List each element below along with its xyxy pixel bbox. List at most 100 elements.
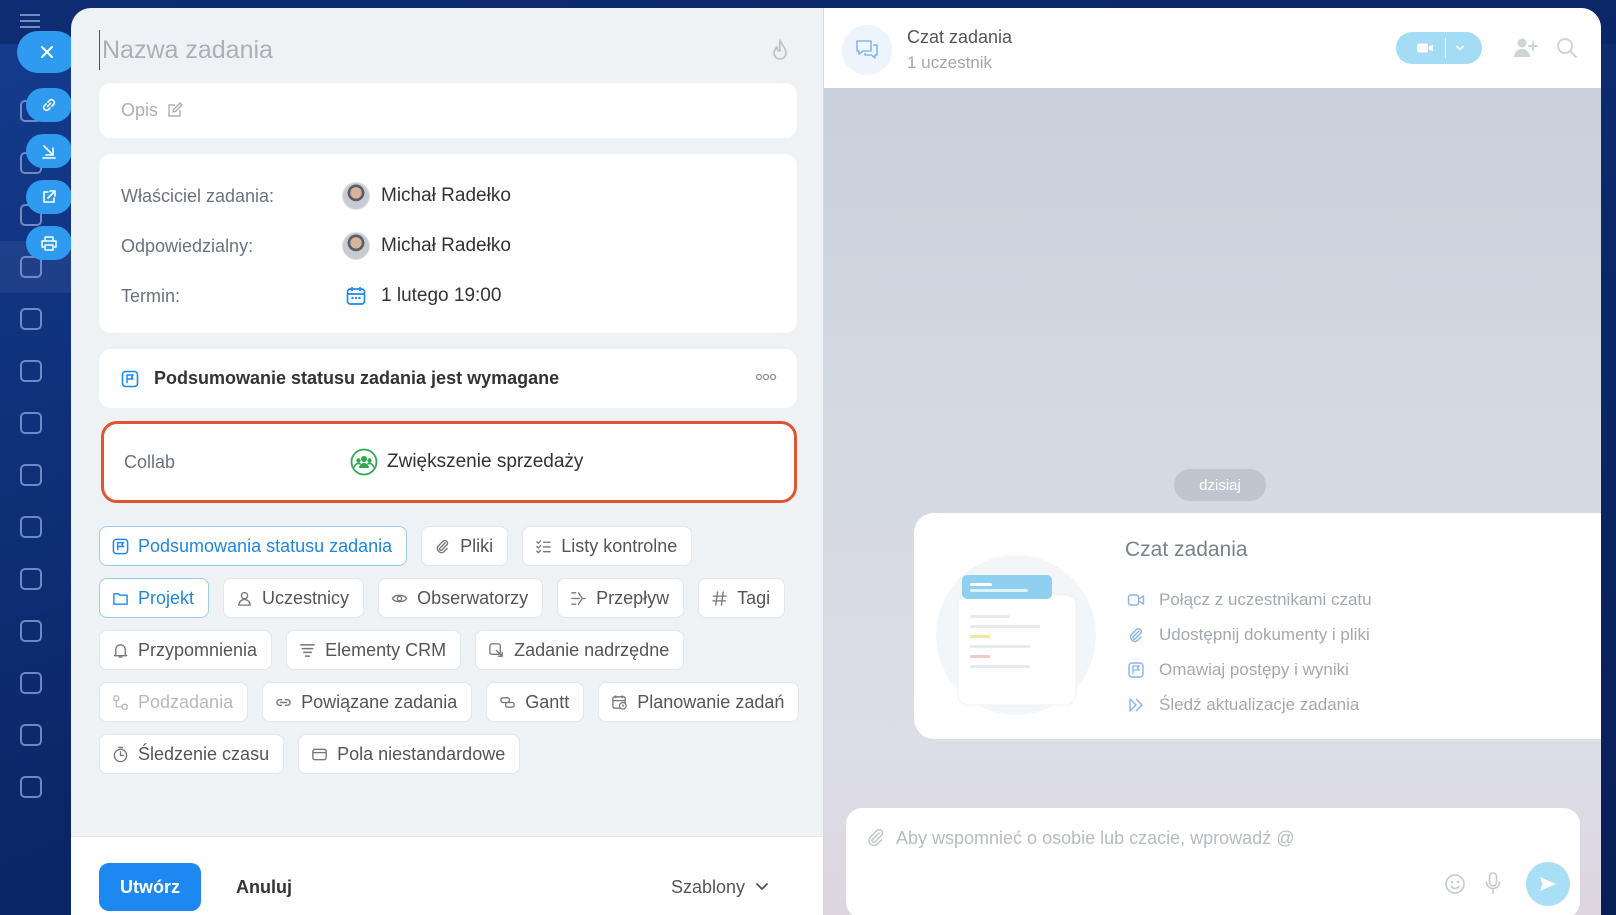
collab-card[interactable]: Collab Zwiększenie sprzedaży [101, 421, 797, 503]
cancel-button[interactable]: Anuluj [226, 863, 302, 911]
emoji-icon[interactable] [1444, 873, 1466, 895]
status-summary-card[interactable]: Podsumowanie statusu zadania jest wymaga… [99, 349, 797, 408]
chat-bubbles-icon [856, 40, 878, 59]
chevron-down-icon [1455, 45, 1465, 51]
list-item: Udostępnij dokumenty i pliki [1127, 617, 1372, 652]
chip-subtasks[interactable]: Podzadania [99, 682, 249, 722]
owner-label: Właściciel zadania: [121, 185, 275, 206]
welcome-item-text: Śledź aktualizacje zadania [1159, 694, 1360, 714]
create-button[interactable]: Utwórz [99, 863, 201, 911]
chip-label: Uczestnicy [262, 587, 350, 608]
more-icon[interactable] [755, 373, 777, 381]
welcome-feature-list: Połącz z uczestnikami czatu Udostępnij d… [1127, 582, 1372, 722]
video-call-button[interactable] [1396, 32, 1482, 64]
owner-value[interactable]: Michał Radełko [342, 182, 511, 210]
responsible-value[interactable]: Michał Radełko [342, 232, 511, 260]
list-item: Połącz z uczestnikami czatu [1127, 582, 1372, 617]
chip-crm-elements[interactable]: Elementy CRM [286, 630, 462, 670]
video-camera-icon [1417, 43, 1433, 53]
print-button[interactable] [26, 226, 72, 260]
date-divider: dzisiaj [1174, 469, 1266, 501]
send-button[interactable] [1526, 862, 1570, 906]
send-icon [1540, 877, 1556, 891]
message-input[interactable] [896, 822, 1536, 854]
task-fields-chips: Podsumowania statusu zadania Pliki Listy… [99, 526, 800, 786]
background-menu-item [0, 657, 72, 709]
chip-task-planning[interactable]: Planowanie zadań [598, 682, 800, 722]
chat-message-area [824, 88, 1601, 915]
responsible-name: Michał Radełko [381, 235, 511, 256]
chip-label: Elementy CRM [325, 639, 447, 660]
parent-task-icon [489, 642, 503, 657]
chip-label: Projekt [138, 587, 195, 608]
copy-link-button[interactable] [26, 88, 72, 122]
deadline-value[interactable]: 1 lutego 19:00 [342, 285, 501, 307]
background-menu-item [0, 605, 72, 657]
background-menu-item [0, 761, 72, 813]
open-new-window-button[interactable] [26, 180, 72, 214]
templates-dropdown[interactable]: Szablony [671, 863, 769, 911]
chip-checklists[interactable]: Listy kontrolne [522, 526, 693, 566]
chip-label: Powiązane zadania [301, 691, 458, 712]
chip-label: Planowanie zadań [637, 691, 785, 712]
flag-icon [121, 370, 139, 387]
chat-welcome-card: Czat zadania Połącz z uczestnikami czatu… [914, 513, 1601, 739]
paperclip-icon[interactable] [866, 828, 886, 848]
search-icon[interactable] [1556, 37, 1578, 59]
link-icon [276, 698, 291, 706]
welcome-item-text: Omawiaj postępy i wyniki [1159, 659, 1349, 679]
custom-fields-icon [312, 748, 327, 760]
owner-row: Właściciel zadania: Michał Radełko [99, 171, 797, 221]
collab-name: Zwiększenie sprzedaży [387, 451, 584, 472]
chip-label: Listy kontrolne [561, 535, 678, 556]
chip-tags[interactable]: Tagi [698, 578, 786, 618]
background-menu-item [0, 553, 72, 605]
avatar [342, 232, 370, 260]
task-chat-panel: Czat zadania 1 uczestnik dzisiaj Czat za… [823, 8, 1601, 915]
welcome-item-text: Udostępnij dokumenty i pliki [1159, 624, 1370, 644]
chip-label: Pliki [460, 535, 494, 556]
printer-icon [41, 236, 57, 251]
flame-icon[interactable] [769, 38, 791, 62]
chip-label: Podzadania [138, 691, 234, 712]
add-user-icon[interactable] [1512, 36, 1538, 60]
list-item: Omawiaj postępy i wyniki [1127, 652, 1372, 687]
chip-observers[interactable]: Obserwatorzy [378, 578, 544, 618]
chip-label: Zadanie nadrzędne [514, 639, 670, 660]
flag-icon [112, 538, 129, 554]
bell-icon [113, 643, 128, 658]
chip-custom-fields[interactable]: Pola niestandardowe [298, 734, 521, 774]
task-meta-card: Właściciel zadania: Michał Radełko Odpow… [99, 154, 797, 333]
double-chevron-right-icon [1129, 697, 1143, 712]
chip-label: Przepływ [596, 587, 670, 608]
chip-participants[interactable]: Uczestnicy [223, 578, 365, 618]
microphone-icon[interactable] [1484, 871, 1502, 895]
stopwatch-icon [113, 746, 128, 762]
close-icon [41, 46, 53, 58]
chip-status-summaries[interactable]: Podsumowania statusu zadania [99, 526, 408, 566]
chip-project[interactable]: Projekt [99, 578, 210, 618]
chip-gantt[interactable]: Gantt [486, 682, 585, 722]
download-button[interactable] [26, 134, 72, 168]
description-field[interactable]: Opis [99, 83, 797, 138]
chip-flow[interactable]: Przepływ [557, 578, 685, 618]
task-footer: Utwórz Anuluj Szablony [71, 836, 823, 915]
chat-participants-count[interactable]: 1 uczestnik [907, 53, 992, 73]
calendar-clock-icon [612, 694, 627, 710]
chip-time-tracking[interactable]: Śledzenie czasu [99, 734, 285, 774]
chip-parent-task[interactable]: Zadanie nadrzędne [475, 630, 685, 670]
task-title-input[interactable] [99, 30, 759, 70]
status-summary-text: Podsumowanie statusu zadania jest wymaga… [154, 368, 560, 388]
eye-icon [391, 594, 408, 602]
user-icon [238, 591, 251, 606]
chip-related-tasks[interactable]: Powiązane zadania [262, 682, 473, 722]
chip-label: Podsumowania statusu zadania [138, 535, 393, 556]
close-button[interactable] [17, 31, 77, 73]
chip-label: Śledzenie czasu [138, 743, 270, 764]
chip-files[interactable]: Pliki [421, 526, 509, 566]
background-menu-item [0, 293, 72, 345]
chip-label: Obserwatorzy [417, 587, 529, 608]
collab-value[interactable]: Zwiększenie sprzedaży [347, 448, 583, 476]
chip-reminders[interactable]: Przypomnienia [99, 630, 273, 670]
background-menu-item [0, 501, 72, 553]
